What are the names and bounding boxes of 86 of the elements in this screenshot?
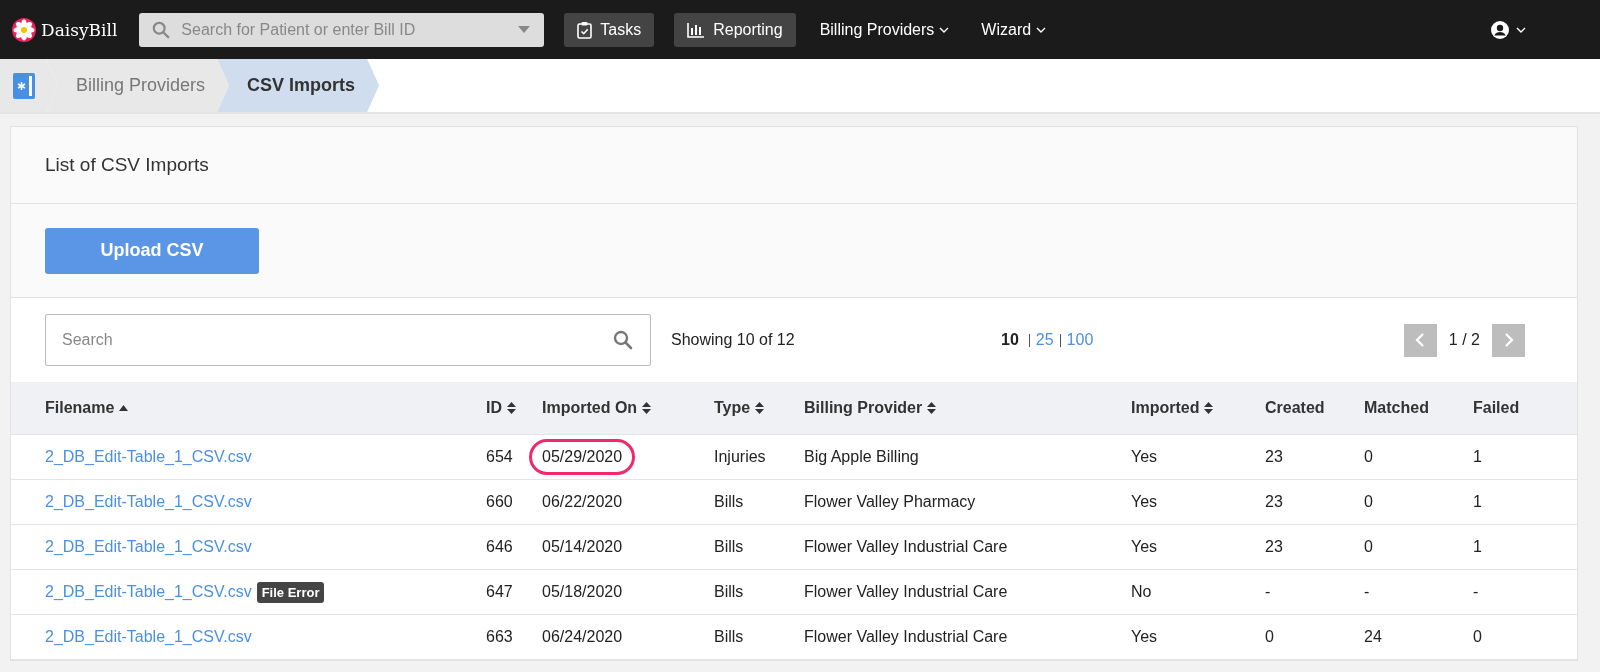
table-cell-text: 0 bbox=[1473, 628, 1483, 646]
bar-chart-icon bbox=[687, 21, 706, 38]
table-cell-text: Yes bbox=[1131, 448, 1159, 466]
column-header[interactable]: Billing Provider bbox=[804, 399, 923, 417]
reporting-button[interactable]: Reporting bbox=[674, 12, 796, 47]
sort-icon bbox=[927, 402, 937, 414]
page-size-link[interactable]: 10 bbox=[1001, 331, 1019, 349]
table-cell-text: 654 bbox=[486, 448, 514, 466]
result-count: Showing 10 of 12 bbox=[671, 331, 796, 349]
nav-menu[interactable]: Billing Providers bbox=[819, 20, 950, 39]
table-cell-text: 05/14/2020 bbox=[541, 537, 624, 557]
table-cell-text: Big Apple Billing bbox=[804, 448, 920, 466]
sort-icon bbox=[755, 402, 765, 414]
search-icon bbox=[613, 330, 633, 350]
table-cell-text: Bills bbox=[714, 628, 745, 646]
table-cell-text: No bbox=[1131, 583, 1153, 601]
home-crumb[interactable] bbox=[0, 59, 58, 112]
search-field[interactable]: Search bbox=[45, 314, 651, 366]
breadcrumb-link[interactable]: Billing Providers bbox=[46, 59, 230, 112]
sort-icon bbox=[507, 402, 516, 414]
table-cell-text: 06/24/2020 bbox=[541, 627, 624, 647]
table-cell-text: 646 bbox=[486, 538, 514, 556]
column-header[interactable]: Filename bbox=[45, 399, 115, 417]
table-cell-text: 23 bbox=[1265, 448, 1284, 466]
table-cell-text: 0 bbox=[1364, 538, 1374, 556]
table-cell-text: 1 bbox=[1473, 538, 1483, 556]
table-cell-text: Bills bbox=[714, 538, 745, 556]
chevron-down-icon bbox=[1516, 26, 1526, 33]
error-badge: File Error bbox=[256, 581, 325, 603]
table-cell-text: - bbox=[1473, 583, 1480, 601]
column-header[interactable]: Imported On bbox=[542, 399, 638, 417]
table-cell-text: 1 bbox=[1473, 448, 1483, 466]
table-cell-text: 05/18/2020 bbox=[541, 582, 624, 602]
column-header: Created bbox=[1265, 399, 1325, 417]
caret-icon bbox=[518, 25, 531, 34]
table-cell-text: 0 bbox=[1265, 628, 1275, 646]
chevron-down-icon bbox=[939, 26, 950, 33]
table-cell-text: Bills bbox=[714, 493, 745, 511]
chevron-down-icon bbox=[1036, 26, 1047, 33]
column-header[interactable]: Imported bbox=[1131, 399, 1200, 417]
table-cell-text: Flower Valley Industrial Care bbox=[804, 628, 1009, 646]
column-header: Failed bbox=[1473, 399, 1520, 417]
nav-menu[interactable]: Wizard bbox=[981, 20, 1047, 39]
sort-icon bbox=[642, 402, 652, 414]
user-avatar-icon bbox=[1490, 19, 1510, 40]
table-cell-text: 0 bbox=[1364, 493, 1374, 511]
table-cell-text: 06/22/2020 bbox=[541, 492, 624, 512]
table-cell-text: 24 bbox=[1364, 628, 1383, 646]
previous-page-button[interactable] bbox=[1403, 323, 1437, 357]
sort-icon bbox=[1204, 402, 1214, 414]
table-cell-text: Flower Valley Industrial Care bbox=[804, 538, 1009, 556]
table-cell-text: 23 bbox=[1265, 538, 1284, 556]
table-cell-text: Injuries bbox=[714, 448, 767, 466]
patient-search-field[interactable]: Search for Patient or enter Bill ID bbox=[139, 12, 545, 47]
search-icon bbox=[152, 20, 171, 39]
breadcrumb-link[interactable]: CSV Imports bbox=[217, 59, 380, 112]
page-indicator: 1 / 2 bbox=[1448, 331, 1480, 349]
table-cell-text: 660 bbox=[486, 493, 514, 511]
panel-title: List of CSV Imports bbox=[45, 154, 209, 176]
column-header[interactable]: ID bbox=[486, 399, 502, 417]
table-cell-text: - bbox=[1364, 583, 1371, 601]
table-cell-text: Bills bbox=[714, 583, 745, 601]
next-page-button[interactable] bbox=[1492, 323, 1525, 357]
column-header[interactable]: Type bbox=[714, 399, 751, 417]
table-cell-text: Yes bbox=[1131, 538, 1159, 556]
chevron-left-icon bbox=[1415, 333, 1426, 347]
column-header: Matched bbox=[1364, 399, 1429, 417]
account-menu[interactable] bbox=[1490, 19, 1526, 40]
circled-date: 05/29/2020 bbox=[529, 439, 636, 475]
sort-ascending-icon bbox=[119, 405, 129, 411]
table-cell-text: 0 bbox=[1364, 448, 1374, 466]
table-cell-text: Flower Valley Industrial Care bbox=[804, 583, 1009, 601]
daisy-logo-icon bbox=[12, 17, 36, 42]
table-cell-text: 1 bbox=[1473, 493, 1483, 511]
tasks-button[interactable]: Tasks bbox=[564, 12, 655, 47]
table-cell-text: 23 bbox=[1265, 493, 1284, 511]
table-cell-text: Yes bbox=[1131, 628, 1159, 646]
id-card-icon bbox=[12, 71, 38, 100]
clipboard-check-icon bbox=[577, 20, 593, 39]
table-cell-text: Flower Valley Pharmacy bbox=[804, 493, 977, 511]
table-cell-text: 647 bbox=[486, 583, 514, 601]
brand-name: DaisyBill bbox=[41, 19, 118, 40]
table-cell-text: Yes bbox=[1131, 493, 1159, 511]
chevron-right-icon bbox=[1503, 333, 1514, 347]
table-cell-text: - bbox=[1265, 583, 1272, 601]
table-cell-text: 663 bbox=[486, 628, 514, 646]
